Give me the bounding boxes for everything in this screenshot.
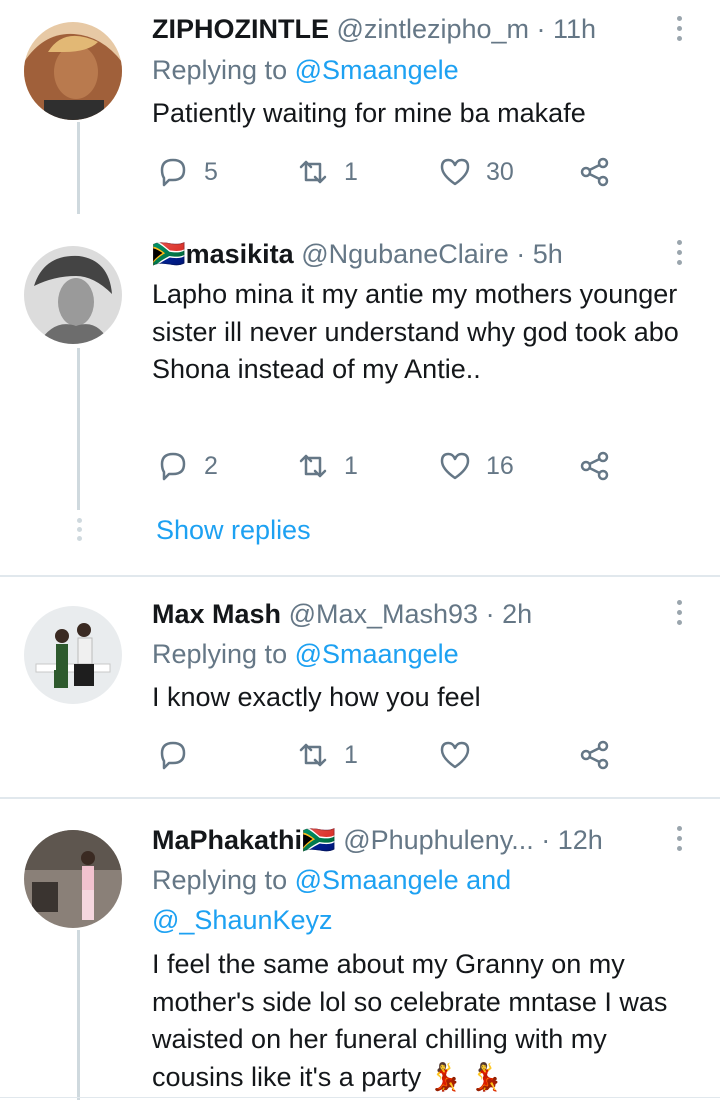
thread-dots <box>76 518 82 545</box>
replying-to: Replying to @Smaangele <box>152 53 459 87</box>
mention-link[interactable]: @Smaangele and <box>295 865 512 895</box>
retweet-icon <box>299 160 327 184</box>
thread-line <box>77 930 80 1100</box>
like-icon <box>440 452 470 480</box>
timestamp[interactable]: · 11h <box>537 14 597 44</box>
avatar[interactable] <box>24 830 122 928</box>
show-replies-link[interactable]: Show replies <box>156 512 311 548</box>
display-name[interactable]: Max Mash <box>152 599 281 629</box>
reply-button[interactable] <box>156 737 204 773</box>
share-button[interactable] <box>578 154 612 190</box>
tweet-header: MaPhakathi🇿🇦 @Phuphuleny... · 12h <box>152 823 603 857</box>
share-icon <box>580 157 609 187</box>
retweet-icon <box>299 743 327 767</box>
like-button[interactable]: 16 <box>438 448 514 484</box>
avatar[interactable] <box>24 606 122 704</box>
divider <box>0 575 720 577</box>
like-icon <box>440 158 470 186</box>
handle[interactable]: @zintlezipho_m <box>337 14 530 44</box>
mention-link[interactable]: @Smaangele <box>295 55 459 85</box>
replying-to-label: Replying to <box>152 865 288 895</box>
tweet-header: Max Mash @Max_Mash93 · 2h <box>152 597 532 631</box>
like-icon <box>440 741 470 769</box>
like-button[interactable]: 30 <box>438 154 514 190</box>
like-count: 30 <box>486 157 514 186</box>
reply-button[interactable]: 2 <box>156 448 218 484</box>
retweet-icon <box>299 454 327 478</box>
like-button[interactable] <box>438 737 486 773</box>
more-icon[interactable] <box>673 826 685 856</box>
thread-line <box>77 348 80 510</box>
retweet-count: 1 <box>344 157 358 186</box>
replying-to-label: Replying to <box>152 639 288 669</box>
timestamp[interactable]: · 12h <box>541 825 603 855</box>
like-count: 16 <box>486 451 514 480</box>
more-icon[interactable] <box>673 600 685 630</box>
handle[interactable]: @NgubaneClaire <box>301 239 509 269</box>
share-icon <box>580 740 609 770</box>
tweet-text: Patiently waiting for mine ba makafe <box>152 98 586 128</box>
share-button[interactable] <box>578 737 612 773</box>
replying-to-label: Replying to <box>152 55 288 85</box>
retweet-button[interactable]: 1 <box>296 448 358 484</box>
retweet-count: 1 <box>344 740 358 769</box>
divider <box>0 1097 720 1098</box>
mention-link[interactable]: @Smaangele <box>295 639 459 669</box>
reply-count: 5 <box>204 157 218 186</box>
avatar[interactable] <box>24 246 122 344</box>
share-icon <box>580 451 609 481</box>
tweet-text: I know exactly how you feel <box>152 682 481 712</box>
retweet-button[interactable]: 1 <box>296 737 358 773</box>
tweet-text: Lapho mina it my antie my mothers younge… <box>152 279 679 384</box>
handle[interactable]: @Max_Mash93 <box>289 599 479 629</box>
avatar[interactable] <box>24 22 122 120</box>
thread-line <box>77 122 80 214</box>
mention-link[interactable]: @_ShaunKeyz <box>152 905 333 935</box>
replying-to: Replying to @Smaangele <box>152 637 459 671</box>
divider <box>0 797 720 799</box>
display-name[interactable]: ZIPHOZINTLE <box>152 14 329 44</box>
tweet-header: 🇿🇦masikita @NgubaneClaire · 5h <box>152 237 563 271</box>
more-icon[interactable] <box>673 240 685 270</box>
display-name[interactable]: MaPhakathi <box>152 825 302 855</box>
more-icon[interactable] <box>673 16 685 46</box>
display-name-flag: 🇿🇦 <box>302 825 336 855</box>
reply-icon <box>160 452 186 481</box>
tweet-header: ZIPHOZINTLE @zintlezipho_m · 11h <box>152 12 596 46</box>
retweet-count: 1 <box>344 451 358 480</box>
replying-to-cont: @_ShaunKeyz <box>152 903 333 937</box>
share-button[interactable] <box>578 448 612 484</box>
reply-count: 2 <box>204 451 218 480</box>
timestamp[interactable]: · 2h <box>486 599 533 629</box>
timestamp[interactable]: · 5h <box>516 239 563 269</box>
replying-to: Replying to @Smaangele and <box>152 863 511 897</box>
display-name-flag: 🇿🇦 <box>152 239 186 269</box>
handle[interactable]: @Phuphuleny... <box>343 825 534 855</box>
display-name[interactable]: masikita <box>186 239 294 269</box>
reply-icon <box>160 158 186 187</box>
reply-button[interactable]: 5 <box>156 154 218 190</box>
tweet-text: I feel the same about my Granny on my mo… <box>152 949 668 1092</box>
retweet-button[interactable]: 1 <box>296 154 358 190</box>
reply-icon <box>160 741 186 770</box>
